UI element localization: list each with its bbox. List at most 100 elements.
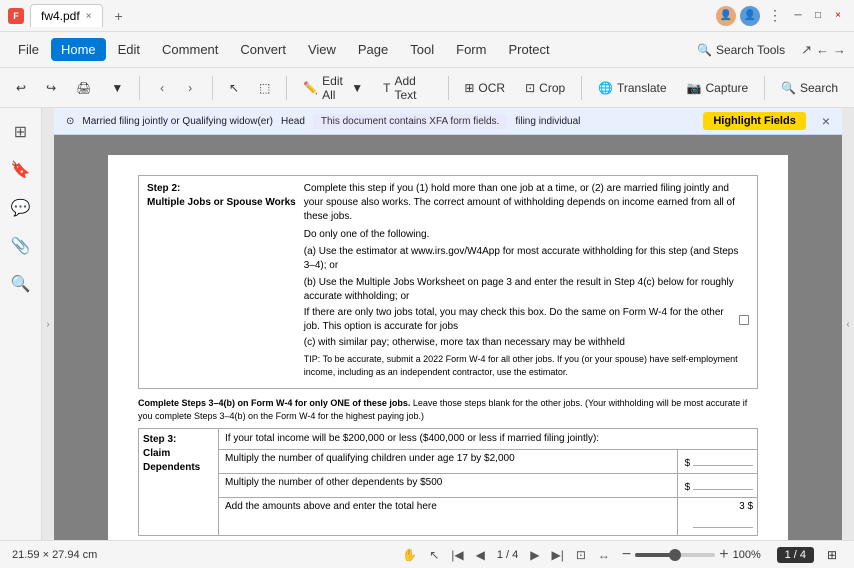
step2-header-row: Step 2: Multiple Jobs or Spouse Works Co… <box>147 182 749 378</box>
edit-all-label: Edit All <box>322 74 347 102</box>
hand-tool-btn[interactable]: ✋ <box>398 546 421 564</box>
step3-row1: Multiply the number of qualifying childr… <box>139 450 758 474</box>
menu-page[interactable]: Page <box>348 38 398 61</box>
cursor-icon: ↖ <box>229 81 239 95</box>
step2-c: (c) with similar pay; otherwise, more ta… <box>304 336 749 350</box>
close-btn[interactable]: × <box>830 8 846 24</box>
ocr-btn[interactable]: ⊞ OCR <box>456 77 513 99</box>
step3-line3: Add the amounts above and enter the tota… <box>225 501 437 512</box>
redo-btn[interactable]: ↪ <box>38 77 64 99</box>
fwd-nav-icon[interactable]: → <box>833 42 846 57</box>
tab-close-btn[interactable]: × <box>86 11 92 22</box>
step3-line2-input-cell: $ <box>678 474 758 498</box>
redo-icon: ↪ <box>46 81 56 95</box>
pdf-page: Step 2: Multiple Jobs or Spouse Works Co… <box>108 155 788 540</box>
print-btn[interactable]: 🖨 <box>68 77 99 99</box>
toolbar: ↩ ↪ 🖨 ▼ ‹ › ↖ ⬚ ✏️ Edit All ▼ T Add Text… <box>0 68 854 108</box>
right-panel-handle[interactable]: ‹ <box>842 108 854 540</box>
fullscreen-btn[interactable]: ⊞ <box>822 545 842 565</box>
cursor-tool-btn[interactable]: ↖ <box>425 546 443 564</box>
window-extra-controls: ↗ ← → <box>801 42 846 58</box>
last-page-btn[interactable]: ▶| <box>547 546 567 564</box>
menu-form[interactable]: Form <box>446 38 496 61</box>
highlight-fields-btn[interactable]: Highlight Fields <box>703 112 806 130</box>
menu-home[interactable]: Home <box>51 38 106 61</box>
page-nav-controls: ✋ ↖ |◀ ◀ 1 / 4 ▶ ▶| ⊡ ↔ <box>398 546 614 564</box>
more-options-btn[interactable]: ⋮ <box>764 7 786 24</box>
step3-input-2[interactable] <box>693 476 753 490</box>
zoom-slider[interactable] <box>635 553 715 557</box>
notification-text3: filing individual <box>515 116 580 127</box>
external-link-icon[interactable]: ↗ <box>801 42 812 58</box>
undo-icon: ↩ <box>16 81 26 95</box>
dropdown-btn[interactable]: ▼ <box>103 77 131 99</box>
prev-page-btn[interactable]: ◀ <box>472 546 489 564</box>
zoom-in-btn[interactable]: + <box>719 546 728 564</box>
fit-page-btn[interactable]: ⊡ <box>572 546 590 564</box>
crop-label: Crop <box>539 81 565 95</box>
step3-income-cell: If your total income will be $200,000 or… <box>219 429 758 450</box>
search-tools-label: Search Tools <box>716 43 785 57</box>
dollar-sign-1: $ <box>685 458 691 469</box>
zoom-level: 100% <box>733 549 769 561</box>
nav-back-btn[interactable]: ‹ <box>148 74 176 102</box>
fit-width-btn[interactable]: ↔ <box>594 546 614 564</box>
next-page-btn[interactable]: ▶ <box>526 546 543 564</box>
step3-header-row: Step 3: Claim Dependents If your total i… <box>139 429 758 450</box>
menu-tool[interactable]: Tool <box>400 38 444 61</box>
search-icon: 🔍 <box>781 81 796 95</box>
status-bar: 21.59 × 27.94 cm ✋ ↖ |◀ ◀ 1 / 4 ▶ ▶| ⊡ ↔… <box>0 540 854 568</box>
sidebar-search-btn[interactable]: 🔍 <box>5 268 37 300</box>
step3-label-cell: Step 3: Claim Dependents <box>139 429 219 536</box>
step3-line3-input-cell: 3 $ <box>678 498 758 536</box>
complete34-notice: Complete Steps 3–4(b) on Form W-4 for on… <box>138 397 758 422</box>
document-tab[interactable]: fw4.pdf × <box>30 4 103 27</box>
select-btn[interactable]: ⬚ <box>251 77 278 99</box>
step3-line1-input-cell: $ <box>678 450 758 474</box>
user-avatar[interactable]: 👤 <box>716 6 736 26</box>
xfa-notice: This document contains XFA form fields. <box>313 114 507 129</box>
translate-icon: 🌐 <box>598 81 613 95</box>
cursor-btn[interactable]: ↖ <box>221 77 247 99</box>
checkbox-two-jobs[interactable] <box>739 315 749 325</box>
back-nav-icon[interactable]: ← <box>816 42 829 57</box>
capture-btn[interactable]: 📷 Capture <box>679 77 757 99</box>
translate-btn[interactable]: 🌐 Translate <box>590 77 675 99</box>
step3-input-3[interactable] <box>693 514 753 528</box>
toolbar-divider-5 <box>581 76 582 100</box>
menu-file[interactable]: File <box>8 38 49 61</box>
search-btn[interactable]: 🔍 Search <box>773 77 846 99</box>
notification-close-btn[interactable]: × <box>822 113 830 129</box>
first-page-btn[interactable]: |◀ <box>447 546 467 564</box>
minimize-btn[interactable]: ─ <box>790 8 806 24</box>
zoom-out-btn[interactable]: − <box>622 546 631 564</box>
add-text-btn[interactable]: T Add Text <box>375 70 439 106</box>
edit-all-btn[interactable]: ✏️ Edit All ▼ <box>295 70 371 106</box>
left-panel-handle[interactable]: › <box>42 108 54 540</box>
sidebar-pages-btn[interactable]: ⊞ <box>5 116 37 148</box>
user-avatar-2[interactable]: 👤 <box>740 6 760 26</box>
sidebar-bookmark-btn[interactable]: 🔖 <box>5 154 37 186</box>
step2-label: Step 2: Multiple Jobs or Spouse Works <box>147 182 296 378</box>
step3-input-1[interactable] <box>693 452 753 466</box>
menu-convert[interactable]: Convert <box>230 38 296 61</box>
nav-fwd-btn[interactable]: › <box>176 74 204 102</box>
menu-view[interactable]: View <box>298 38 346 61</box>
crop-btn[interactable]: ⊡ Crop <box>517 77 573 99</box>
undo-btn[interactable]: ↩ <box>8 77 34 99</box>
toolbar-divider-4 <box>448 76 449 100</box>
menu-protect[interactable]: Protect <box>498 38 559 61</box>
restore-btn[interactable]: □ <box>810 8 826 24</box>
menu-edit[interactable]: Edit <box>108 38 150 61</box>
search-tools-btn[interactable]: 🔍 Search Tools <box>689 39 793 61</box>
sidebar-comment-btn[interactable]: 💬 <box>5 192 37 224</box>
new-tab-btn[interactable]: + <box>109 6 129 26</box>
menu-bar: File Home Edit Comment Convert View Page… <box>0 32 854 68</box>
zoom-slider-thumb[interactable] <box>669 549 681 561</box>
title-bar: F fw4.pdf × + 👤 👤 ⋮ ─ □ × <box>0 0 854 32</box>
sidebar-attachment-btn[interactable]: 📎 <box>5 230 37 262</box>
ocr-icon: ⊞ <box>464 81 474 95</box>
select-icon: ⬚ <box>259 81 270 95</box>
menu-comment[interactable]: Comment <box>152 38 228 61</box>
toolbar-right-group: 🔍 Search Tools ↗ ← → <box>689 39 846 61</box>
